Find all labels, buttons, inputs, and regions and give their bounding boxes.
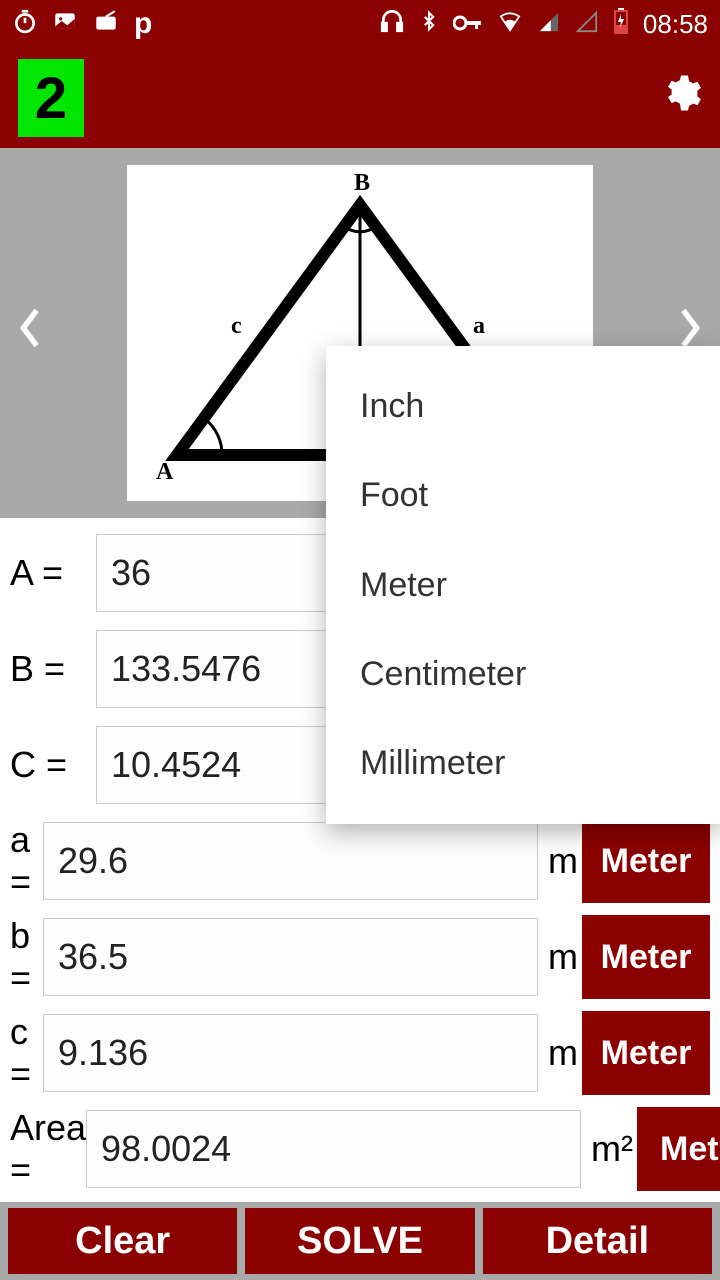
headphones-icon [379, 8, 405, 41]
label-side-b: b = [10, 915, 43, 999]
vertex-b-label: B [354, 170, 370, 196]
p-icon: p [134, 7, 152, 41]
detail-button[interactable]: Detail [483, 1208, 712, 1274]
status-right-icons: 08:58 [379, 8, 708, 41]
bluetooth-icon [419, 8, 439, 41]
radio-icon [92, 8, 120, 41]
input-area[interactable] [86, 1110, 581, 1188]
app-bar: 2 [0, 48, 720, 148]
dropdown-item-centimeter[interactable]: Centimeter [326, 630, 720, 719]
image-icon [52, 8, 78, 41]
settings-button[interactable] [660, 72, 702, 124]
status-time: 08:58 [643, 9, 708, 40]
status-bar: p 08:58 [0, 0, 720, 48]
dropdown-item-inch[interactable]: Inch [326, 362, 720, 451]
diagram-prev-button[interactable] [16, 306, 44, 361]
unit-text-c: m [548, 1032, 578, 1074]
input-side-b[interactable] [43, 918, 538, 996]
solve-button[interactable]: SOLVE [245, 1208, 474, 1274]
unit-dropdown: Inch Foot Meter Centimeter Millimeter [326, 346, 720, 824]
key-icon [453, 8, 483, 40]
row-side-b: b = m Meter [10, 914, 710, 1000]
clear-button[interactable]: Clear [8, 1208, 237, 1274]
unit-button-c[interactable]: Meter [582, 1011, 710, 1095]
label-angle-c: C = [10, 744, 96, 786]
battery-icon [613, 8, 629, 41]
unit-text-a: m [548, 840, 578, 882]
row-area: Area = m² Meter² [10, 1106, 710, 1192]
side-a-label: a [473, 313, 485, 339]
dropdown-item-millimeter[interactable]: Millimeter [326, 719, 720, 808]
wifi-icon [497, 8, 523, 40]
row-side-c: c = m Meter [10, 1010, 710, 1096]
status-left-icons: p [12, 7, 152, 41]
row-side-a: a = m Meter [10, 818, 710, 904]
unit-button-a[interactable]: Meter [582, 819, 710, 903]
signal-empty-icon [575, 8, 599, 40]
unit-button-b[interactable]: Meter [582, 915, 710, 999]
label-area: Area = [10, 1107, 86, 1191]
vertex-a-label: A [156, 459, 174, 485]
timer-icon [12, 8, 38, 41]
side-c-label: c [231, 313, 242, 339]
unit-button-area[interactable]: Meter² [637, 1107, 720, 1191]
unit-text-area: m² [591, 1128, 633, 1170]
label-angle-b: B = [10, 648, 96, 690]
label-side-a: a = [10, 819, 43, 903]
input-side-a[interactable] [43, 822, 538, 900]
bottom-bar: Clear SOLVE Detail [0, 1202, 720, 1280]
signal-icon [537, 8, 561, 40]
label-side-c: c = [10, 1011, 43, 1095]
dropdown-item-foot[interactable]: Foot [326, 451, 720, 540]
input-side-c[interactable] [43, 1014, 538, 1092]
unit-text-b: m [548, 936, 578, 978]
label-angle-a: A = [10, 552, 96, 594]
dropdown-item-meter[interactable]: Meter [326, 540, 720, 629]
app-badge: 2 [18, 59, 84, 137]
